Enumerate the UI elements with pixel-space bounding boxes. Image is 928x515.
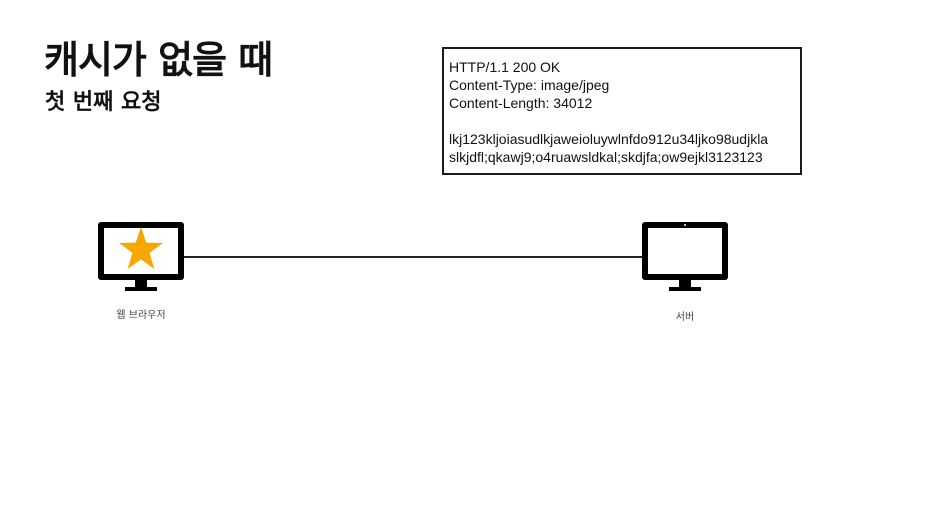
response-body-line-2: slkjdfl;qkawj9;o4ruawsldkal;skdjfa;ow9ej… bbox=[449, 149, 763, 165]
server-label: 서버 bbox=[675, 312, 695, 323]
slide-title: 캐시가 없을 때 bbox=[44, 38, 273, 82]
response-content-length: Content-Length: 34012 bbox=[449, 95, 593, 111]
web-browser-monitor-icon bbox=[98, 222, 184, 291]
client-server-connection-line bbox=[184, 256, 643, 258]
web-browser-label: 웹 브라우저 bbox=[116, 310, 166, 321]
response-body-line-1: lkj123kljoiasudlkjaweioluywlnfdo912u34lj… bbox=[449, 131, 769, 147]
slide-subtitle: 첫 번째 요청 bbox=[45, 90, 162, 115]
response-status-line: HTTP/1.1 200 OK bbox=[449, 59, 561, 75]
http-response-box: HTTP/1.1 200 OK Content-Type: image/jpeg… bbox=[442, 47, 802, 175]
response-header-body-separator bbox=[449, 112, 800, 130]
response-content-type: Content-Type: image/jpeg bbox=[449, 77, 610, 93]
server-monitor-icon bbox=[642, 222, 728, 291]
